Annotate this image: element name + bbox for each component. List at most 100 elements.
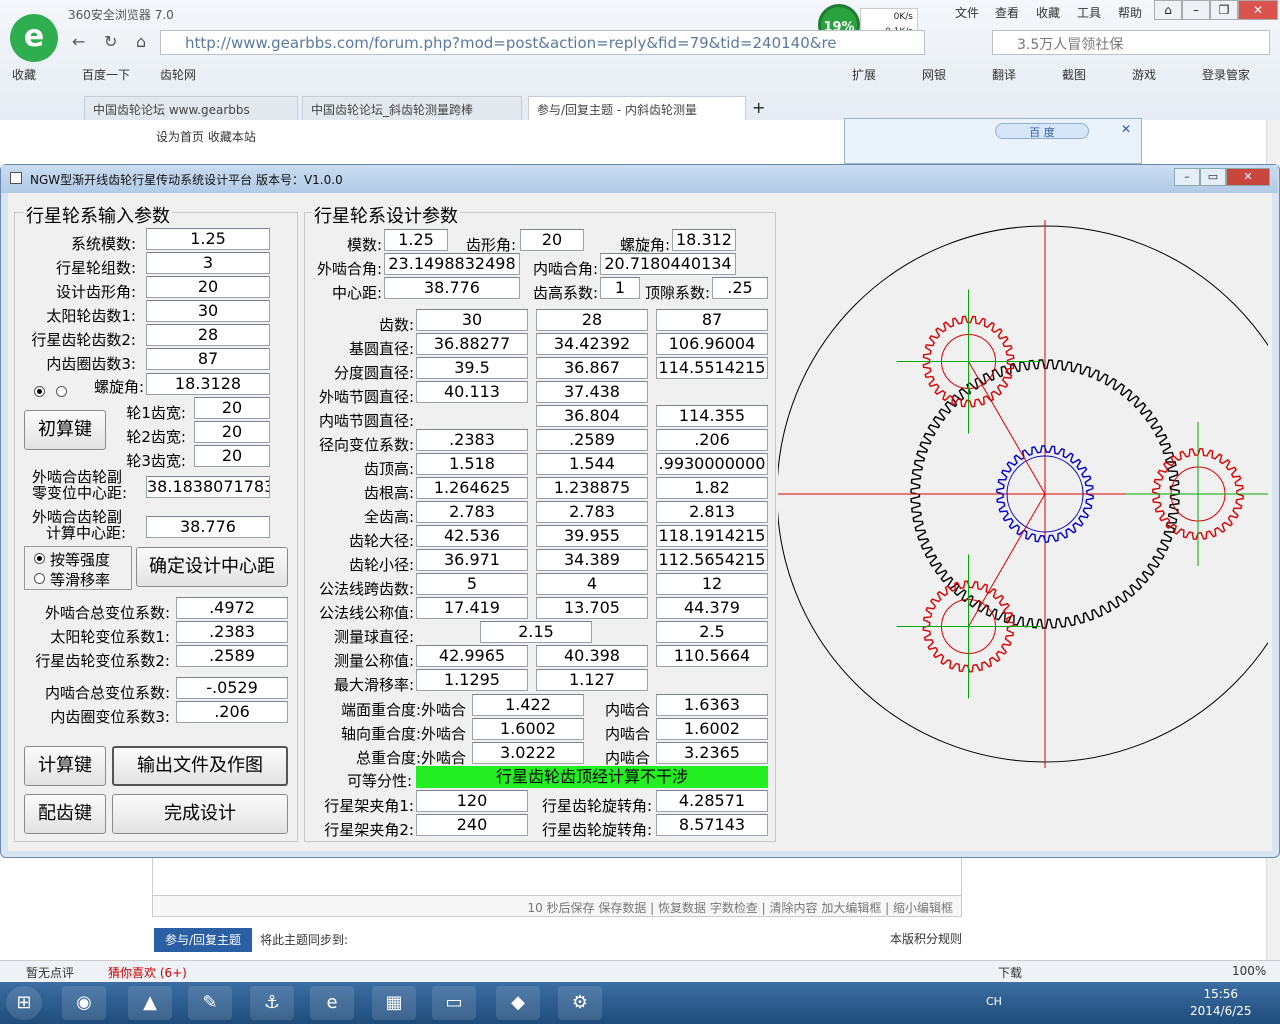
design-row-field[interactable]: 87 bbox=[656, 309, 768, 331]
design-row-field[interactable]: .9930000000 bbox=[656, 453, 768, 475]
menu-favorites[interactable]: 收藏 bbox=[1036, 4, 1060, 21]
home-icon[interactable]: ⌂ bbox=[136, 32, 146, 51]
design-row-field[interactable]: 118.1914215 bbox=[656, 525, 768, 547]
meas-sun-field[interactable]: 42.9965 bbox=[416, 645, 528, 667]
tool-screenshot[interactable]: 截图 bbox=[1062, 66, 1086, 83]
meas-ring-field[interactable]: 110.5664 bbox=[656, 645, 768, 667]
shift-field[interactable]: .2589 bbox=[176, 645, 288, 667]
contact-int-field[interactable]: 1.6002 bbox=[656, 718, 768, 740]
design-row-field[interactable]: 114.5514215 bbox=[656, 357, 768, 379]
status-comments[interactable]: 暂无点评 bbox=[26, 964, 74, 981]
design-row-field[interactable]: 2.813 bbox=[656, 501, 768, 523]
int-angle-field[interactable]: 20.7180440134 bbox=[600, 253, 736, 275]
input-field[interactable]: 30 bbox=[146, 300, 270, 322]
clock[interactable]: 15:56 2014/6/25 bbox=[1190, 986, 1252, 1020]
tab-gearbbs[interactable]: 中国齿轮论坛 www.gearbbs bbox=[84, 96, 298, 120]
pa-field[interactable]: 20 bbox=[520, 229, 584, 251]
design-row-field[interactable]: 1.82 bbox=[656, 477, 768, 499]
design-row-field[interactable]: 12 bbox=[656, 573, 768, 595]
status-zoom[interactable]: 100% bbox=[1232, 964, 1266, 978]
menu-file[interactable]: 文件 bbox=[955, 4, 979, 21]
design-row-field[interactable]: 37.438 bbox=[536, 381, 648, 403]
bookmark-gear[interactable]: 齿轮网 bbox=[160, 66, 196, 83]
menu-help[interactable]: 帮助 bbox=[1118, 4, 1142, 21]
design-row-field[interactable]: 36.804 bbox=[536, 405, 648, 427]
width-field[interactable]: 20 bbox=[194, 445, 270, 467]
design-row-field[interactable]: 1.544 bbox=[536, 453, 648, 475]
status-like[interactable]: 猜你喜欢 (6+) bbox=[108, 964, 187, 981]
close-icon[interactable]: ✕ bbox=[1226, 168, 1270, 186]
taskbar-app-icon[interactable]: ⚙ bbox=[558, 986, 602, 1020]
baidu-button[interactable]: 百 度 bbox=[995, 123, 1089, 139]
tool-games[interactable]: 游戏 bbox=[1132, 66, 1156, 83]
design-row-field[interactable]: 40.113 bbox=[416, 381, 528, 403]
language-indicator[interactable]: CH bbox=[986, 995, 1002, 1008]
page-links[interactable]: 设为首页 收藏本站 bbox=[156, 128, 256, 145]
ball-ext-field[interactable]: 2.15 bbox=[480, 621, 592, 643]
maximize-icon[interactable]: ▭ bbox=[1200, 168, 1226, 186]
start-icon[interactable]: ⊞ bbox=[6, 986, 42, 1020]
slide-sun-field[interactable]: 1.1295 bbox=[416, 669, 528, 691]
bookmark-favorites[interactable]: 收藏 bbox=[12, 66, 36, 83]
bookmark-baidu[interactable]: 百度一下 bbox=[82, 66, 130, 83]
tool-login[interactable]: 登录管家 bbox=[1202, 66, 1250, 83]
calc-button[interactable]: 计算键 bbox=[24, 746, 106, 786]
design-row-field[interactable]: 4 bbox=[536, 573, 648, 595]
close-icon[interactable]: ✕ bbox=[1121, 122, 1131, 136]
confirm-cd-button[interactable]: 确定设计中心距 bbox=[136, 547, 288, 587]
design-row-field[interactable]: 39.955 bbox=[536, 525, 648, 547]
menu-view[interactable]: 查看 bbox=[995, 4, 1019, 21]
reply-button[interactable]: 参与/回复主题 bbox=[154, 928, 252, 952]
ext-angle-field[interactable]: 23.1498832498 bbox=[384, 253, 520, 275]
contact-ext-field[interactable]: 1.422 bbox=[472, 694, 584, 716]
close-icon[interactable]: ✕ bbox=[1238, 0, 1278, 20]
ext-calc-cd-field[interactable]: 38.776 bbox=[146, 516, 270, 538]
shift-field[interactable]: .2383 bbox=[176, 621, 288, 643]
input-field[interactable]: 87 bbox=[146, 348, 270, 370]
cd-field[interactable]: 38.776 bbox=[384, 277, 520, 299]
helix-design-field[interactable]: 18.312 bbox=[672, 229, 736, 251]
carrier-field[interactable]: 120 bbox=[416, 790, 528, 812]
helix-radio-on[interactable] bbox=[34, 386, 45, 397]
tool-translate[interactable]: 翻译 bbox=[992, 66, 1016, 83]
minimize-icon[interactable]: – bbox=[1182, 0, 1210, 20]
address-bar[interactable]: http://www.gearbbs.com/forum.php?mod=pos… bbox=[160, 30, 925, 55]
c-field[interactable]: .25 bbox=[712, 277, 768, 299]
rotation-field[interactable]: 8.57143 bbox=[656, 814, 768, 836]
int-shift-field[interactable]: -.0529 bbox=[176, 677, 288, 699]
design-row-field[interactable]: .2589 bbox=[536, 429, 648, 451]
taskbar-app-icon[interactable]: ✎ bbox=[188, 986, 232, 1020]
design-row-field[interactable]: 36.88277 bbox=[416, 333, 528, 355]
ball-int-field[interactable]: 2.5 bbox=[656, 621, 768, 643]
design-row-field[interactable]: 36.867 bbox=[536, 357, 648, 379]
skin-icon[interactable]: ⌂ bbox=[1154, 0, 1182, 20]
input-field[interactable]: 20 bbox=[146, 276, 270, 298]
slide-radio[interactable] bbox=[34, 573, 45, 584]
module-field[interactable]: 1.25 bbox=[384, 229, 448, 251]
design-row-field[interactable]: 34.42392 bbox=[536, 333, 648, 355]
back-icon[interactable]: ← bbox=[72, 32, 85, 51]
match-button[interactable]: 配齿键 bbox=[24, 794, 106, 834]
design-row-field[interactable]: 36.971 bbox=[416, 549, 528, 571]
design-row-field[interactable]: 5 bbox=[416, 573, 528, 595]
restore-icon[interactable]: ❐ bbox=[1210, 0, 1238, 20]
menu-tools[interactable]: 工具 bbox=[1077, 4, 1101, 21]
initial-calc-button[interactable]: 初算键 bbox=[24, 410, 106, 450]
design-row-field[interactable]: 44.379 bbox=[656, 597, 768, 619]
design-row-field[interactable]: 30 bbox=[416, 309, 528, 331]
design-row-field[interactable]: 1.518 bbox=[416, 453, 528, 475]
design-row-field[interactable]: 17.419 bbox=[416, 597, 528, 619]
width-field[interactable]: 20 bbox=[194, 421, 270, 443]
helix-input[interactable]: 18.3128 bbox=[146, 373, 270, 395]
design-row-field[interactable]: 114.355 bbox=[656, 405, 768, 427]
taskbar-app-icon[interactable]: ▲ bbox=[128, 986, 172, 1020]
search-input[interactable]: 3.5万人冒领社保 bbox=[992, 30, 1270, 55]
meas-planet-field[interactable]: 40.398 bbox=[536, 645, 648, 667]
design-row-field[interactable]: 13.705 bbox=[536, 597, 648, 619]
design-row-field[interactable]: 112.5654215 bbox=[656, 549, 768, 571]
rotation-field[interactable]: 4.28571 bbox=[656, 790, 768, 812]
int-shift-field[interactable]: .206 bbox=[176, 701, 288, 723]
input-field[interactable]: 28 bbox=[146, 324, 270, 346]
design-row-field[interactable]: 42.536 bbox=[416, 525, 528, 547]
carrier-field[interactable]: 240 bbox=[416, 814, 528, 836]
